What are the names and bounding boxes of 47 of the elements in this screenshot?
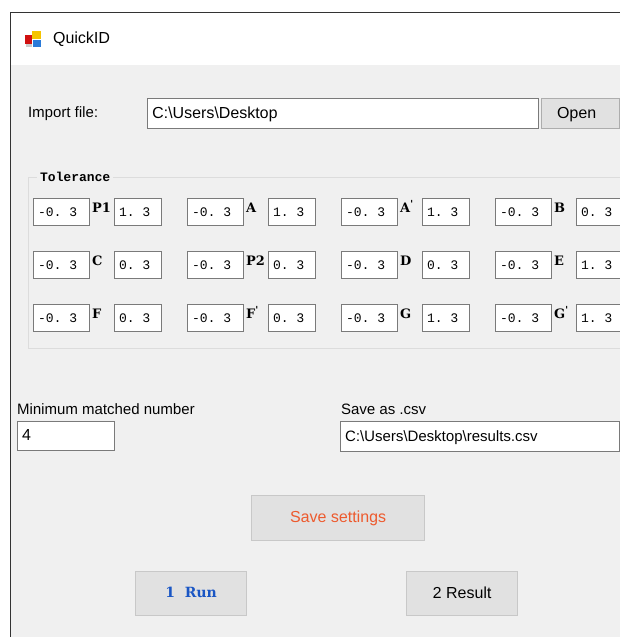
tolerance-min-field[interactable]: -0. 3: [187, 198, 244, 226]
tolerance-label: D: [399, 255, 412, 268]
open-button[interactable]: Open: [540, 98, 620, 129]
save-csv-field[interactable]: C:\Users\Desktop\results.csv: [340, 421, 620, 452]
tolerance-min-field[interactable]: -0. 3: [495, 251, 552, 279]
tolerance-min-field[interactable]: -0. 3: [341, 304, 398, 332]
tolerance-label: F: [91, 308, 102, 321]
tolerance-label: E: [553, 255, 565, 268]
tolerance-max-field[interactable]: 0. 3: [114, 304, 162, 332]
tolerance-label: P1: [91, 202, 112, 215]
tolerance-max-field[interactable]: 0. 3: [422, 251, 470, 279]
window-title: QuickID: [53, 29, 110, 49]
tolerance-min-field[interactable]: -0. 3: [187, 251, 244, 279]
tolerance-max-field[interactable]: 0. 3: [114, 251, 162, 279]
minimum-matched-field[interactable]: 4: [17, 421, 115, 451]
tolerance-min-field[interactable]: -0. 3: [495, 304, 552, 332]
tolerance-label: G: [399, 308, 412, 321]
result-button[interactable]: 2 Result: [406, 571, 518, 616]
tolerance-min-field[interactable]: -0. 3: [341, 251, 398, 279]
run-button[interactable]: 1 Run: [135, 571, 247, 616]
tolerance-max-field[interactable]: 1. 3: [576, 304, 620, 332]
tolerance-max-field[interactable]: 0. 3: [576, 198, 620, 226]
tolerance-min-field[interactable]: -0. 3: [33, 198, 90, 226]
tolerance-label: B: [553, 202, 566, 215]
tolerance-min-field[interactable]: -0. 3: [187, 304, 244, 332]
app-logo-icon: [25, 30, 43, 48]
tolerance-min-field[interactable]: -0. 3: [33, 251, 90, 279]
tolerance-max-field[interactable]: 0. 3: [268, 304, 316, 332]
tolerance-max-field[interactable]: 1. 3: [576, 251, 620, 279]
tolerance-max-field[interactable]: 1. 3: [268, 198, 316, 226]
save-csv-label: Save as .csv: [340, 401, 428, 419]
tolerance-max-field[interactable]: 0. 3: [268, 251, 316, 279]
tolerance-min-field[interactable]: -0. 3: [495, 198, 552, 226]
tolerance-max-field[interactable]: 1. 3: [422, 304, 470, 332]
import-file-field[interactable]: C:\Users\Desktop: [147, 98, 539, 129]
tolerance-label: G$^{'}$: [553, 308, 570, 321]
tolerance-max-field[interactable]: 1. 3: [114, 198, 162, 226]
tolerance-label: P2: [245, 255, 266, 268]
tolerance-label: C: [91, 255, 104, 268]
minimum-matched-label: Minimum matched number: [17, 401, 196, 419]
tolerance-max-field[interactable]: 1. 3: [422, 198, 470, 226]
tolerance-label: F$^{'}$: [245, 308, 260, 321]
tolerance-min-field[interactable]: -0. 3: [341, 198, 398, 226]
import-file-label: Import file:: [28, 103, 100, 124]
tolerance-label: A: [244, 202, 258, 215]
tolerance-min-field[interactable]: -0. 3: [33, 304, 90, 332]
tolerance-label: A$^{'}$: [398, 202, 414, 215]
